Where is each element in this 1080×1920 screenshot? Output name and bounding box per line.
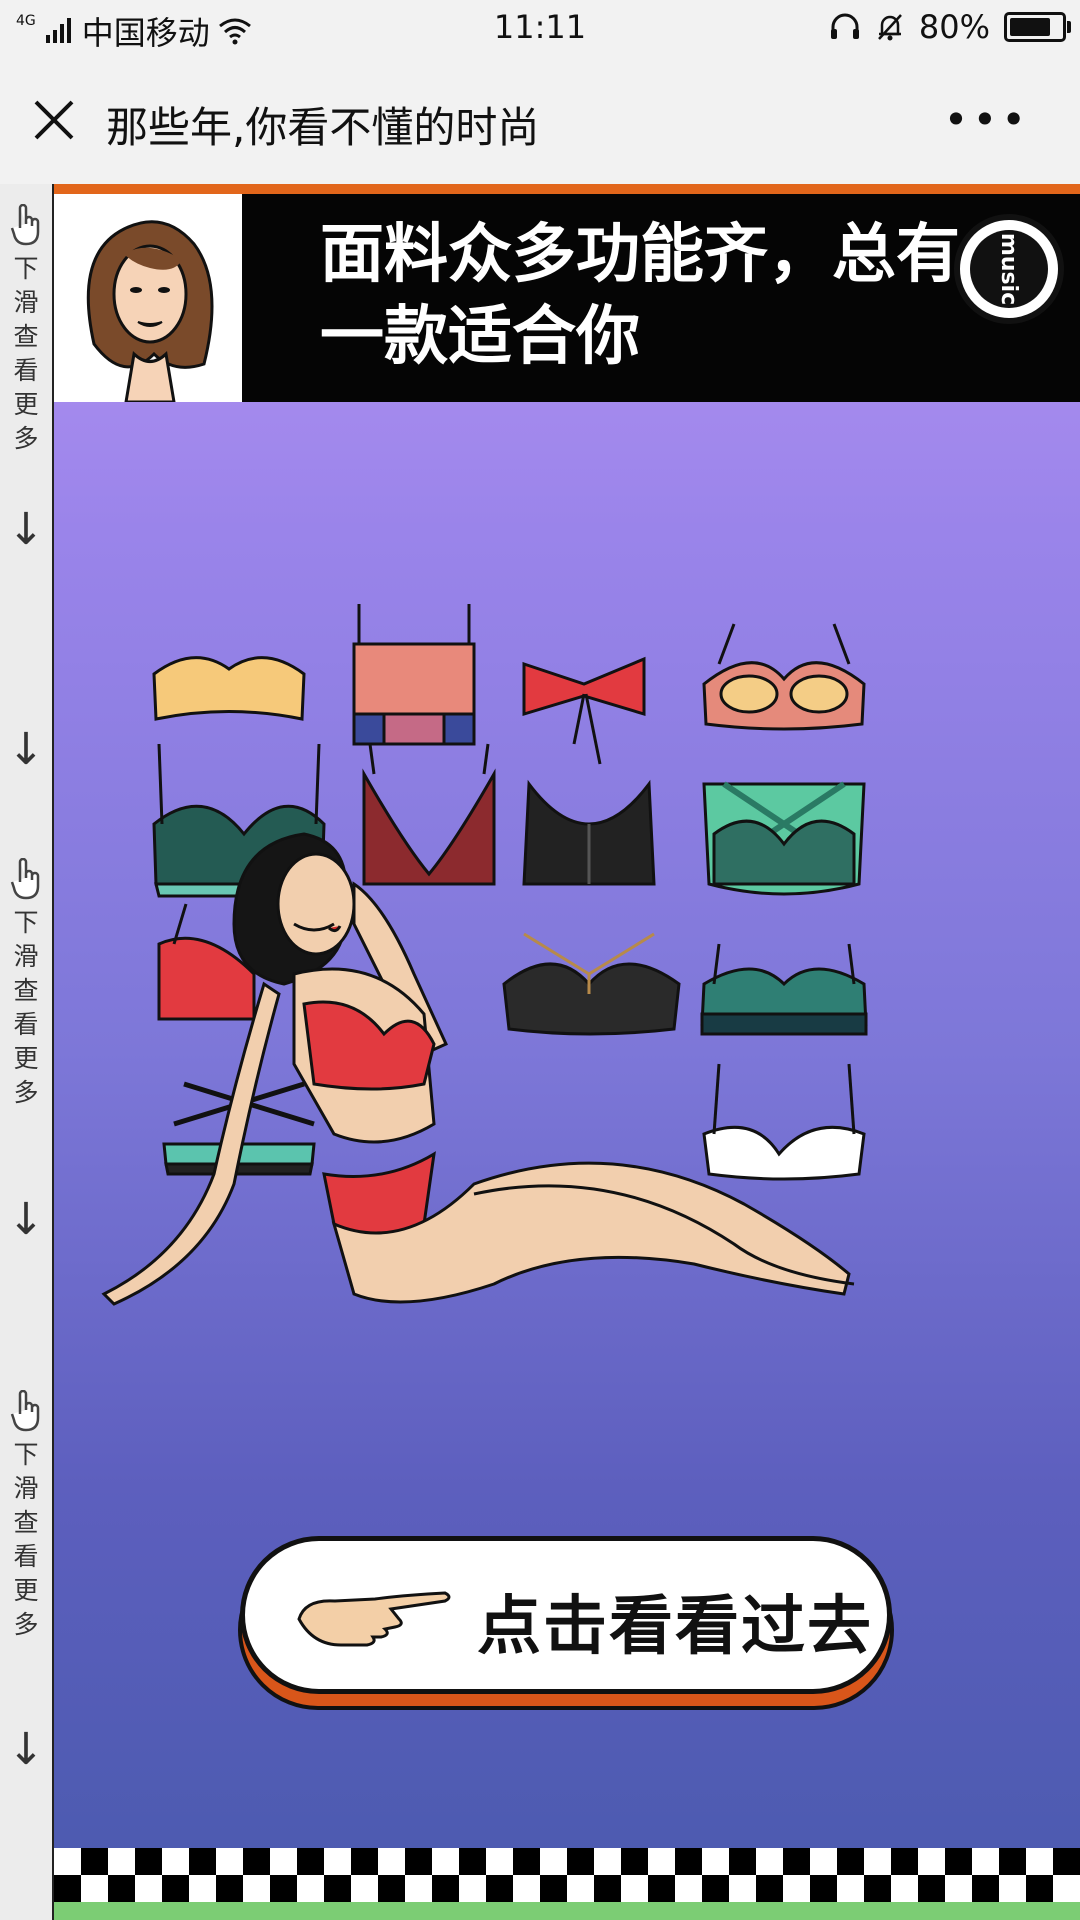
bra-pink-padded xyxy=(702,623,866,731)
bra-collection-illustration xyxy=(101,604,868,1306)
mute-bell-icon xyxy=(877,14,902,41)
bra-black-jeweled xyxy=(502,932,681,1036)
bra-mint-crisscross xyxy=(702,781,866,896)
battery-icon xyxy=(1004,12,1071,42)
bra-pink-longline xyxy=(352,604,476,746)
scroll-hint-char: 查 xyxy=(13,322,39,351)
bra-yellow xyxy=(152,656,306,721)
nav-bar: 那些年,你看不懂的时尚 ••• xyxy=(0,58,1080,184)
cta-label: 点击看看过去 xyxy=(477,1590,873,1664)
pointing-hand-icon xyxy=(297,1591,451,1647)
scroll-hint-char: 更 xyxy=(13,1576,39,1605)
bra-maroon-plunge xyxy=(362,743,496,886)
pointing-hand-icon xyxy=(10,203,40,246)
down-arrow-icon: ↓ xyxy=(7,1194,45,1245)
headset-icon xyxy=(830,13,859,39)
scroll-hint-char: 滑 xyxy=(13,1474,39,1503)
scroll-hint-char: 滑 xyxy=(13,942,39,971)
article-stage: 面料众多功能齐，总有 一款适合你 music 点击看看过去 xyxy=(54,184,1080,1920)
pointing-hand-icon xyxy=(10,1389,40,1432)
scroll-hint-group: 下滑查看更多 xyxy=(0,203,52,456)
scroll-hint-char: 看 xyxy=(13,356,39,385)
down-arrow-icon: ↓ xyxy=(7,504,45,555)
bra-teal-lace xyxy=(700,943,868,1036)
scroll-hint-char: 滑 xyxy=(13,288,39,317)
bra-white xyxy=(702,1063,866,1181)
woman-in-red-bikini xyxy=(101,832,855,1306)
scroll-hint-char: 看 xyxy=(13,1542,39,1571)
pointing-hand-icon xyxy=(10,857,40,900)
status-bar: 4G 中国移动 11:11 80% xyxy=(0,0,1080,58)
scroll-hint-char: 下 xyxy=(13,1440,39,1469)
page-title: 那些年,你看不懂的时尚 xyxy=(106,103,540,152)
status-right: 80% xyxy=(829,8,1071,46)
close-icon[interactable] xyxy=(30,96,78,144)
see-past-button[interactable]: 点击看看过去 xyxy=(240,1536,892,1694)
down-arrow-icon: ↓ xyxy=(7,724,45,775)
scroll-hint-char: 更 xyxy=(13,1044,39,1073)
checkered-divider xyxy=(54,1848,1080,1902)
bra-red-bow xyxy=(522,656,646,765)
scroll-hint-char: 更 xyxy=(13,390,39,419)
scroll-hint-char: 查 xyxy=(13,976,39,1005)
green-strip xyxy=(54,1902,1080,1920)
down-arrow-icon: ↓ xyxy=(7,1724,45,1775)
scroll-hint-char: 多 xyxy=(13,1078,39,1107)
more-menu-button[interactable]: ••• xyxy=(944,99,1030,141)
scroll-hint-char: 多 xyxy=(13,424,39,453)
scroll-hint-char: 看 xyxy=(13,1010,39,1039)
scroll-hint-rail: 下滑查看更多 ↓ ↓ 下滑查看更多 ↓ 下滑查看更多 ↓ xyxy=(0,184,55,1920)
scroll-hint-char: 查 xyxy=(13,1508,39,1537)
scroll-hint-char: 多 xyxy=(13,1610,39,1639)
scroll-hint-text: 下滑查看更多 xyxy=(12,1438,40,1642)
scroll-hint-group: 下滑查看更多 xyxy=(0,857,52,1110)
scroll-hint-text: 下滑查看更多 xyxy=(12,252,40,456)
scroll-hint-char: 下 xyxy=(13,908,39,937)
bra-black-sports xyxy=(522,779,656,886)
battery-fill xyxy=(1010,18,1050,36)
scroll-hint-char: 下 xyxy=(13,254,39,283)
battery-percent: 80% xyxy=(918,8,990,46)
scroll-hint-text: 下滑查看更多 xyxy=(12,906,40,1110)
scroll-hint-group: 下滑查看更多 xyxy=(0,1389,52,1642)
